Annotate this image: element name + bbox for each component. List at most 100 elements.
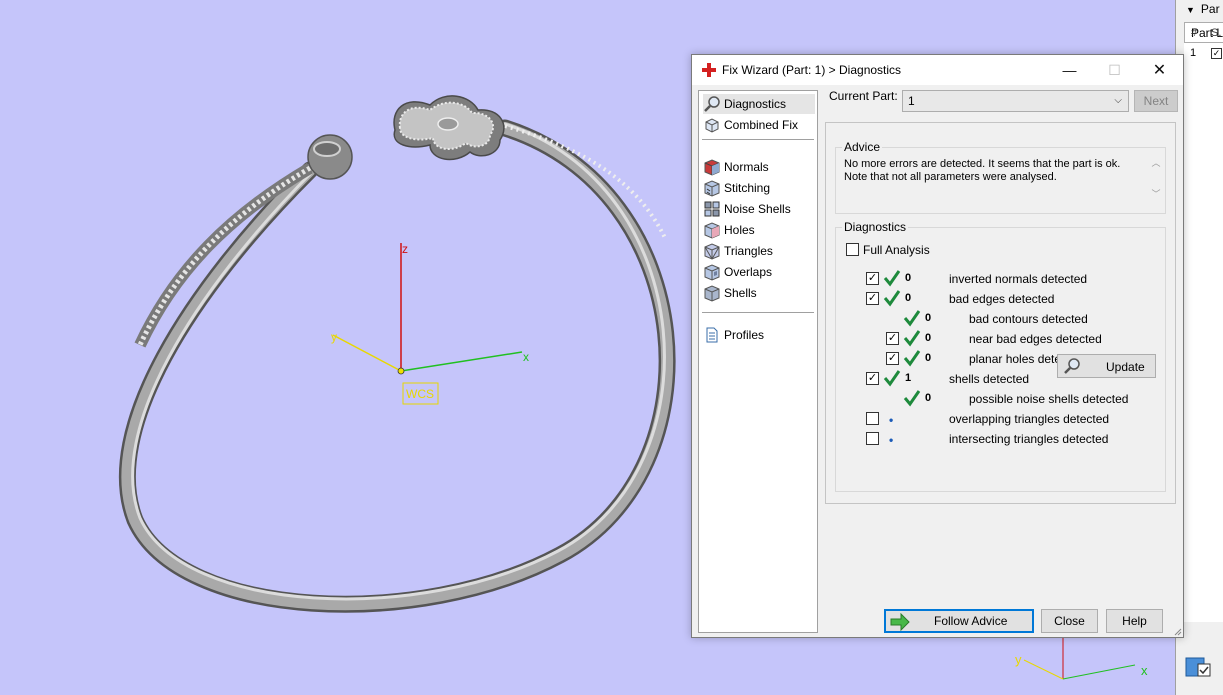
bangle-model[interactable] xyxy=(118,95,676,613)
full-analysis-row[interactable]: Full Analysis xyxy=(836,240,1166,260)
minimize-button[interactable]: — xyxy=(1047,55,1092,85)
current-part-value: 1 xyxy=(908,94,915,108)
scroll-down-icon[interactable]: ﹀ xyxy=(1149,187,1163,200)
diagnostics-content: Advice No more errors are detected. It s… xyxy=(825,122,1176,504)
green-check-icon xyxy=(903,330,921,347)
row-label: intersecting triangles detected xyxy=(949,432,1109,446)
row-label: possible noise shells detected xyxy=(969,392,1129,406)
green-check-icon xyxy=(883,270,901,287)
count: 0 xyxy=(905,272,912,284)
red-cross-icon xyxy=(702,63,716,77)
current-part-select[interactable]: 1 ⌵ xyxy=(902,90,1129,112)
row-checkbox[interactable]: ✓ xyxy=(886,332,899,345)
sidebar-item-normals[interactable]: Normals xyxy=(703,157,815,177)
part-row-number: 1 xyxy=(1190,47,1197,59)
pending-dot-icon: • xyxy=(889,413,894,427)
row-checkbox[interactable]: ✓ xyxy=(866,292,879,305)
row-label: bad edges detected xyxy=(949,292,1055,306)
normals-cube-icon xyxy=(704,159,720,176)
advice-line-2: Note that not all parameters were analys… xyxy=(844,171,1057,183)
advice-title: Advice xyxy=(842,140,883,154)
help-button[interactable]: Help xyxy=(1106,609,1163,633)
sidebar-item-holes[interactable]: Holes xyxy=(703,220,815,240)
update-button[interactable]: Update xyxy=(1057,354,1156,378)
stitching-cube-icon xyxy=(704,180,720,197)
count: 0 xyxy=(905,292,912,304)
column-number-header[interactable]: # xyxy=(1191,27,1197,39)
follow-advice-label: Follow Advice xyxy=(934,614,1008,628)
magnifier-icon xyxy=(704,96,720,112)
diagnostics-title: Diagnostics xyxy=(842,220,909,234)
document-icon xyxy=(706,327,718,343)
wcs-axes xyxy=(332,243,523,405)
row-checkbox[interactable] xyxy=(866,432,879,445)
diag-row-overlapping-triangles: • overlapping triangles detected xyxy=(836,409,1166,429)
current-part-label: Current Part: xyxy=(829,89,898,103)
row-label: inverted normals detected xyxy=(949,272,1088,286)
diag-row-bad-contours: 0 bad contours detected xyxy=(836,309,1166,329)
row-checkbox[interactable] xyxy=(866,412,879,425)
row-checkbox[interactable]: ✓ xyxy=(866,272,879,285)
close-button[interactable]: Close xyxy=(1041,609,1098,633)
green-check-icon xyxy=(903,310,921,327)
advice-scrollbar[interactable]: ︿ ﹀ xyxy=(1149,154,1163,202)
count: 0 xyxy=(925,312,932,324)
maximize-button[interactable]: ☐ xyxy=(1092,55,1137,85)
follow-advice-button[interactable]: Follow Advice xyxy=(884,609,1034,633)
fix-wizard-dialog: Fix Wizard (Part: 1) > Diagnostics — ☐ ✕… xyxy=(691,54,1184,638)
count: 0 xyxy=(925,392,932,404)
wcs-label: WCS xyxy=(406,387,434,401)
dialog-titlebar[interactable]: Fix Wizard (Part: 1) > Diagnostics — ☐ ✕ xyxy=(692,55,1183,85)
mini-axis-x-label: x xyxy=(1141,663,1148,678)
sidebar-item-overlaps[interactable]: Overlaps xyxy=(703,262,815,282)
wizard-sidebar: Diagnostics Combined Fix Normals Stitchi… xyxy=(698,90,818,633)
resize-grip-icon[interactable] xyxy=(1172,626,1182,636)
count: 0 xyxy=(925,332,932,344)
triangles-cube-icon xyxy=(704,243,720,260)
noise-shells-icon xyxy=(704,201,720,217)
full-analysis-label: Full Analysis xyxy=(863,243,930,257)
mini-axis-y-label: y xyxy=(1015,652,1022,667)
axis-x-label: x xyxy=(523,350,529,364)
sidebar-item-combined-fix[interactable]: Combined Fix xyxy=(703,115,815,135)
cube-outline-icon xyxy=(705,118,719,133)
advice-text: No more errors are detected. It seems th… xyxy=(844,158,1144,184)
diagnostics-group: Diagnostics Full Analysis ✓ 0 inverted n… xyxy=(835,220,1166,492)
row-label: bad contours detected xyxy=(969,312,1088,326)
scroll-up-icon[interactable]: ︿ xyxy=(1149,156,1163,169)
row-label: shells detected xyxy=(949,372,1030,386)
diag-row-bad-edges: ✓ 0 bad edges detected xyxy=(836,289,1166,309)
column-s-header[interactable]: S. xyxy=(1211,27,1221,39)
row-checkbox[interactable]: ✓ xyxy=(866,372,879,385)
green-check-icon xyxy=(883,370,901,387)
count: 0 xyxy=(925,352,932,364)
sidebar-item-shells[interactable]: Shells xyxy=(703,283,815,303)
sidebar-item-diagnostics[interactable]: Diagnostics xyxy=(703,94,815,114)
holes-cube-icon xyxy=(704,222,720,239)
sidebar-item-noise-shells[interactable]: Noise Shells xyxy=(703,199,815,219)
diag-row-near-bad-edges: ✓ 0 near bad edges detected xyxy=(836,329,1166,349)
sidebar-item-triangles[interactable]: Triangles xyxy=(703,241,815,261)
overlaps-cube-icon xyxy=(704,264,720,281)
close-window-button[interactable]: ✕ xyxy=(1137,55,1182,85)
pending-dot-icon: • xyxy=(889,433,894,447)
sidebar-item-profiles[interactable]: Profiles xyxy=(703,325,815,345)
green-check-icon xyxy=(903,350,921,367)
axis-z-label: z xyxy=(402,242,408,256)
parts-panel-header[interactable]: ▼ Par xyxy=(1186,2,1220,16)
dialog-title: Fix Wizard (Part: 1) > Diagnostics xyxy=(722,63,902,77)
full-analysis-checkbox[interactable] xyxy=(846,243,859,256)
row-checkbox[interactable]: ✓ xyxy=(886,352,899,365)
sidebar-item-stitching[interactable]: Stitching xyxy=(703,178,815,198)
view-cube-icon[interactable] xyxy=(1176,652,1223,692)
chevron-down-icon: ⌵ xyxy=(1114,95,1122,106)
part-list xyxy=(1184,42,1223,622)
mini-axes xyxy=(1023,637,1136,680)
next-button[interactable]: Next xyxy=(1134,90,1178,112)
row-label: near bad edges detected xyxy=(969,332,1102,346)
diag-row-intersecting-triangles: • intersecting triangles detected xyxy=(836,429,1166,449)
axis-y-label: y xyxy=(331,330,337,344)
part-visible-checkbox[interactable]: ✓ xyxy=(1211,48,1222,59)
collapse-triangle-icon[interactable]: ▼ xyxy=(1186,5,1195,15)
diag-row-noise-shells: 0 possible noise shells detected xyxy=(836,389,1166,409)
